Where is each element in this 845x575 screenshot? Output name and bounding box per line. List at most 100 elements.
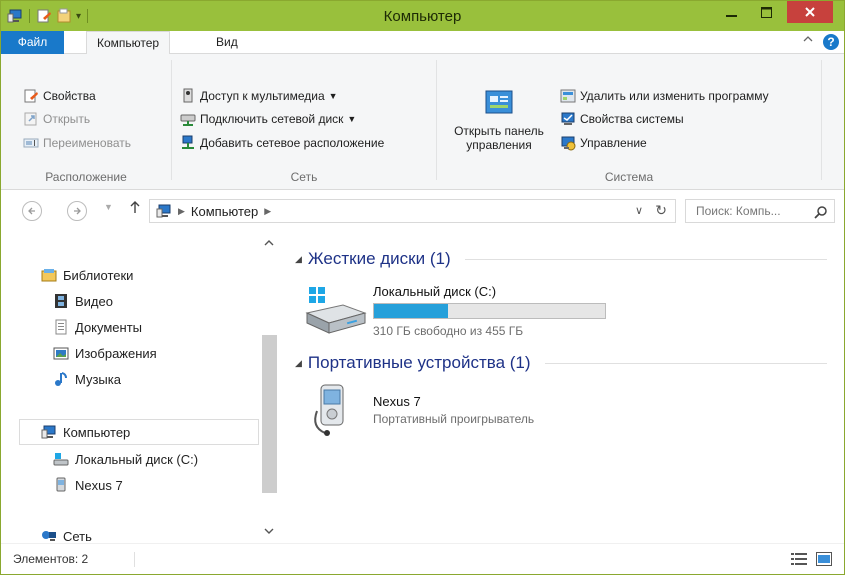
nav-item-music[interactable]: Музыка	[53, 371, 121, 387]
uninstall-program-label: Удалить или изменить программу	[580, 89, 769, 103]
group-system: Открыть панель управления Удалить или из…	[437, 54, 821, 190]
nav-item-libraries[interactable]: Библиотеки	[41, 267, 133, 283]
open-control-panel-line2: управления	[466, 138, 532, 152]
nav-item-local-disk[interactable]: Локальный диск (C:)	[53, 451, 198, 467]
tab-computer[interactable]: Компьютер	[86, 31, 171, 55]
up-button[interactable]	[129, 200, 141, 218]
network-icon	[41, 528, 57, 544]
address-bar[interactable]: ▶ Компьютер ▶ ∨ ↻	[149, 199, 676, 223]
tab-file[interactable]: Файл	[1, 31, 64, 54]
drive-free-space: 310 ГБ свободно из 455 ГБ	[373, 324, 524, 338]
open-icon	[23, 111, 39, 127]
uninstall-program-button[interactable]: Удалить или изменить программу	[560, 88, 769, 104]
nav-item-video[interactable]: Видео	[53, 293, 113, 309]
section-portable-devices[interactable]: ◢ Портативные устройства (1)	[295, 353, 827, 373]
nav-item-documents[interactable]: Документы	[53, 319, 142, 335]
minimize-button[interactable]	[718, 1, 745, 23]
search-input[interactable]: Поиск: Компь...	[685, 199, 835, 223]
system-properties-label: Свойства системы	[580, 112, 684, 126]
minimize-icon	[726, 14, 737, 17]
breadcrumb-computer[interactable]: Компьютер	[191, 204, 258, 219]
nav-item-network[interactable]: Сеть	[41, 528, 92, 544]
breadcrumb-chevron-icon[interactable]: ▶	[264, 206, 271, 217]
drive-tile-c[interactable]: Локальный диск (C:) 310 ГБ свободно из 4…	[303, 281, 623, 341]
large-icons-view-icon[interactable]	[816, 552, 832, 566]
tab-view[interactable]: Вид	[206, 31, 248, 54]
nav-label: Документы	[75, 319, 143, 335]
collapse-triangle-icon[interactable]: ◢	[295, 254, 302, 265]
status-bar: Элементов: 2	[1, 543, 844, 574]
nav-item-nexus[interactable]: Nexus 7	[53, 477, 123, 493]
section-title: Жесткие диски (1)	[307, 249, 451, 268]
group-label-system: Система	[604, 170, 654, 184]
computer-management-icon	[560, 135, 576, 151]
control-panel-icon	[483, 88, 515, 120]
nav-item-images[interactable]: Изображения	[53, 345, 157, 361]
rename-button[interactable]: Переименовать	[23, 135, 131, 151]
close-button[interactable]	[787, 1, 833, 23]
title-bar[interactable]: ▾ Компьютер	[1, 1, 844, 31]
breadcrumb-chevron-icon[interactable]: ▶	[178, 206, 185, 217]
group-network: Доступ к мультимедиа ▼ Подключить сетево…	[172, 54, 436, 190]
search-icon[interactable]	[814, 204, 828, 219]
system-properties-button[interactable]: Свойства системы	[560, 111, 684, 127]
computer-icon	[41, 424, 57, 440]
section-hard-disks[interactable]: ◢ Жесткие диски (1)	[295, 249, 827, 269]
nav-label: Библиотеки	[63, 267, 134, 283]
open-control-panel-button[interactable]: Открыть панель управления	[440, 88, 558, 152]
device-type: Портативный проигрыватель	[373, 412, 535, 426]
nav-item-computer[interactable]: Компьютер	[41, 424, 130, 440]
forward-button[interactable]	[67, 201, 87, 221]
nav-label: Nexus 7	[75, 477, 123, 493]
manage-button[interactable]: Управление	[560, 135, 647, 151]
collapse-triangle-icon[interactable]: ◢	[295, 358, 302, 369]
recent-locations-icon[interactable]: ▼	[104, 202, 113, 212]
rename-label: Переименовать	[43, 136, 131, 150]
details-view-icon[interactable]	[791, 552, 807, 566]
item-count: Элементов: 2	[13, 552, 89, 566]
network-location-icon	[180, 135, 196, 151]
group-label-location: Расположение	[45, 170, 127, 184]
portable-player-icon	[314, 384, 344, 436]
open-button[interactable]: Открыть	[23, 111, 90, 127]
add-location-label: Добавить сетевое расположение	[200, 136, 385, 150]
scrollbar-thumb[interactable]	[262, 335, 277, 493]
music-icon	[53, 371, 69, 387]
section-divider	[464, 258, 827, 260]
computer-icon	[156, 203, 172, 219]
map-drive-label: Подключить сетевой диск	[200, 112, 344, 126]
back-button[interactable]	[22, 201, 42, 221]
navigation-pane: Библиотеки Видео Документы Изображения М…	[1, 231, 279, 544]
arrow-right-icon	[74, 207, 81, 215]
group-location: Свойства Открыть Переименовать Расположе…	[1, 54, 171, 190]
ribbon: Свойства Открыть Переименовать Расположе…	[1, 54, 844, 190]
explorer-window: ▾ Компьютер Файл Компьютер Вид ? Свойств…	[0, 0, 845, 575]
group-label-network: Сеть	[290, 170, 318, 184]
media-access-button[interactable]: Доступ к мультимедиа ▼	[180, 88, 338, 104]
hard-drive-icon	[305, 287, 367, 334]
minimize-ribbon-icon[interactable]	[803, 33, 813, 47]
scroll-down-icon[interactable]	[264, 527, 274, 538]
drive-name: Локальный диск (C:)	[373, 284, 497, 299]
refresh-icon[interactable]: ↻	[655, 202, 667, 219]
device-name: Nexus 7	[373, 394, 421, 409]
nav-label: Сеть	[63, 528, 92, 544]
chevron-down-icon: ▼	[347, 114, 357, 124]
search-placeholder: Поиск: Компь...	[696, 204, 781, 218]
properties-button[interactable]: Свойства	[23, 88, 96, 104]
address-history-icon[interactable]: ∨	[635, 204, 643, 217]
map-drive-button[interactable]: Подключить сетевой диск ▼	[180, 111, 356, 127]
add-location-button[interactable]: Добавить сетевое расположение	[180, 135, 384, 151]
content-area: ◢ Жесткие диски (1) Локальный диск (C:) …	[281, 231, 844, 543]
portable-device-icon	[53, 477, 69, 493]
open-control-panel-line1: Открыть панель	[454, 124, 544, 138]
arrow-left-icon	[28, 207, 35, 215]
nav-label: Компьютер	[63, 424, 131, 440]
group-separator	[821, 60, 822, 180]
scroll-up-icon[interactable]	[264, 239, 274, 250]
drive-usage-fill	[374, 304, 448, 318]
section-title: Портативные устройства (1)	[307, 353, 531, 372]
help-icon[interactable]: ?	[823, 34, 839, 50]
device-tile-nexus[interactable]: Nexus 7 Портативный проигрыватель	[303, 384, 623, 447]
maximize-button[interactable]	[753, 1, 780, 23]
